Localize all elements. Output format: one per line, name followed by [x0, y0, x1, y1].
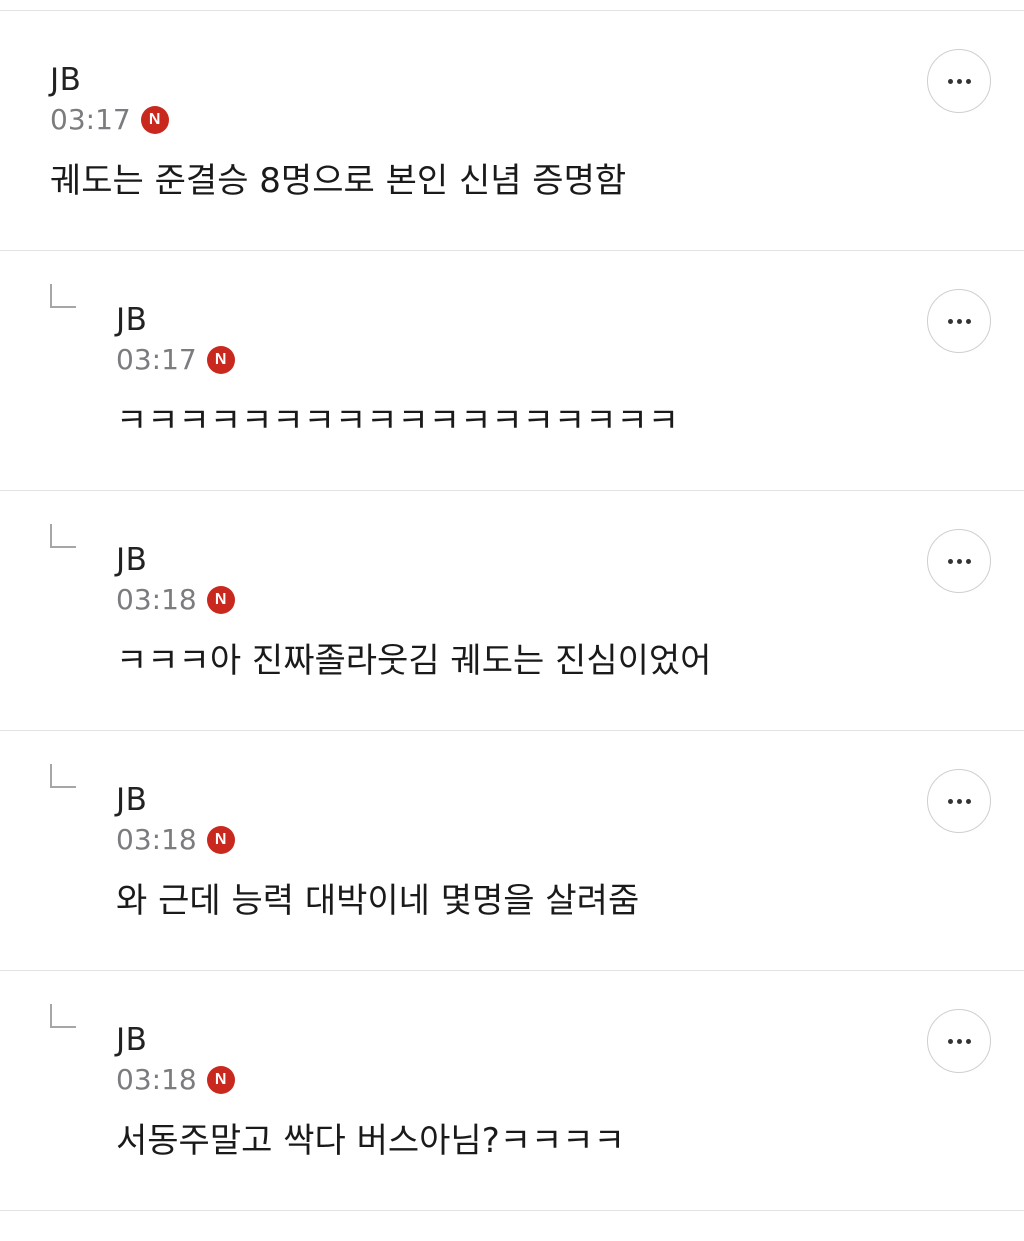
reply-arrow-icon	[50, 524, 76, 548]
comment-author[interactable]: JB	[116, 1020, 625, 1060]
comment-body: JB 03:18 N 서동주말고 싹다 버스아님?ㅋㅋㅋㅋ	[116, 1020, 625, 1163]
comment-text: 궤도는 준결승 8명으로 본인 신념 증명함	[50, 161, 627, 201]
comment-author[interactable]: JB	[50, 60, 626, 100]
more-dots-icon	[947, 798, 971, 804]
comment-time: 03:18	[116, 1063, 197, 1096]
reply-item: JB 03:18 N 서동주말고 싹다 버스아님?ㅋㅋㅋㅋ	[0, 971, 1024, 1211]
comment-time: 03:18	[116, 823, 197, 856]
comment-meta: 03:17 N	[50, 103, 626, 137]
new-badge-icon: N	[206, 346, 235, 374]
comment-meta: 03:18 N	[116, 823, 639, 857]
reply-arrow-icon	[50, 764, 76, 788]
new-badge-icon: N	[206, 826, 235, 854]
reply-item: JB 03:18 N 와 근데 능력 대박이네 몇명을 살려줌	[0, 731, 1024, 971]
comment-text: 서동주말고 싹다 버스아님?ㅋㅋㅋㅋ	[116, 1121, 625, 1161]
comment-author[interactable]: JB	[116, 540, 711, 580]
more-options-button[interactable]	[927, 529, 991, 593]
reply-arrow-icon	[50, 284, 76, 308]
more-options-button[interactable]	[927, 769, 991, 833]
comment-time: 03:17	[116, 343, 197, 376]
comment-item: JB 03:17 N 궤도는 준결승 8명으로 본인 신념 증명함	[0, 11, 1024, 251]
comment-text: ㅋㅋㅋ아 진짜졸라웃김 궤도는 진심이었어	[116, 641, 712, 681]
comment-text: ㅋㅋㅋㅋㅋㅋㅋㅋㅋㅋㅋㅋㅋㅋㅋㅋㅋㅋ	[116, 401, 680, 441]
comment-body: JB 03:18 N ㅋㅋㅋ아 진짜졸라웃김 궤도는 진심이었어	[116, 540, 711, 683]
comment-body: JB 03:18 N 와 근데 능력 대박이네 몇명을 살려줌	[116, 780, 639, 923]
new-badge-icon: N	[206, 1066, 235, 1094]
reply-arrow-icon	[50, 1004, 76, 1028]
comment-time: 03:18	[116, 583, 197, 616]
comment-meta: 03:18 N	[116, 1063, 625, 1097]
comment-time: 03:17	[50, 103, 131, 136]
comment-meta: 03:18 N	[116, 583, 711, 617]
top-divider	[0, 0, 1024, 11]
comment-body: JB 03:17 N ㅋㅋㅋㅋㅋㅋㅋㅋㅋㅋㅋㅋㅋㅋㅋㅋㅋㅋ	[116, 300, 679, 443]
comment-list: JB 03:17 N 궤도는 준결승 8명으로 본인 신념 증명함 JB 03:…	[0, 11, 1024, 1211]
new-badge-icon: N	[206, 586, 235, 614]
more-options-button[interactable]	[927, 49, 991, 113]
more-dots-icon	[947, 318, 971, 324]
more-dots-icon	[947, 1038, 971, 1044]
reply-item: JB 03:18 N ㅋㅋㅋ아 진짜졸라웃김 궤도는 진심이었어	[0, 491, 1024, 731]
more-options-button[interactable]	[927, 289, 991, 353]
reply-item: JB 03:17 N ㅋㅋㅋㅋㅋㅋㅋㅋㅋㅋㅋㅋㅋㅋㅋㅋㅋㅋ	[0, 251, 1024, 491]
comment-text: 와 근데 능력 대박이네 몇명을 살려줌	[116, 881, 640, 921]
more-options-button[interactable]	[927, 1009, 991, 1073]
more-dots-icon	[947, 78, 971, 84]
comment-meta: 03:17 N	[116, 343, 679, 377]
comment-author[interactable]: JB	[116, 780, 639, 820]
comment-author[interactable]: JB	[116, 300, 679, 340]
new-badge-icon: N	[140, 106, 169, 134]
comment-body: JB 03:17 N 궤도는 준결승 8명으로 본인 신념 증명함	[50, 60, 626, 203]
more-dots-icon	[947, 558, 971, 564]
